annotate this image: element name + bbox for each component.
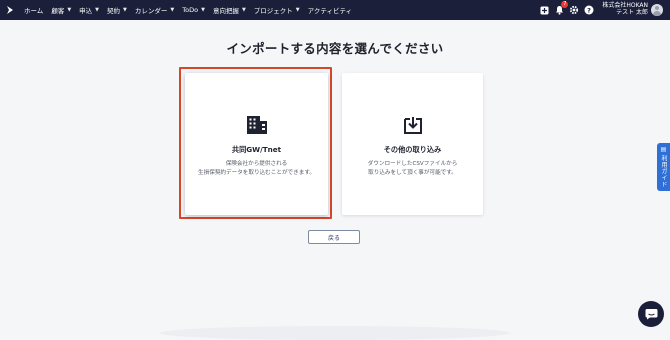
nav-item-label: アクティビティ (307, 7, 353, 15)
top-navbar: ホーム 顧客 ▼ 申込 ▼ 契約 ▼ カレンダー ▼ ToDo ▼ 意向把握 ▼ プロジェク… (0, 0, 670, 20)
gear-icon[interactable] (568, 4, 580, 16)
chat-icon (645, 309, 657, 320)
import-option-other[interactable]: その他の取り込み ダウンロードしたCSVファイルから 取り込みをして頂く事が可能… (342, 73, 483, 215)
building-icon (246, 116, 267, 134)
nav-item-intention[interactable]: 意向把握 ▼ (209, 0, 250, 20)
nav-item-label: 意向把握 (212, 7, 239, 15)
chevron-down-icon: ▼ (201, 7, 205, 13)
chevron-down-icon: ▼ (67, 7, 72, 13)
notification-bell-icon[interactable]: 7 (553, 1, 569, 16)
chevron-down-icon: ▼ (170, 7, 175, 13)
logo-icon[interactable] (0, 0, 20, 20)
help-icon[interactable]: ? (583, 4, 595, 16)
user-name: テスト 太郎 (616, 9, 648, 16)
guide-tab-label: 利用ガイド (660, 155, 667, 188)
nav-item-calendar[interactable]: カレンダー ▼ (131, 0, 178, 20)
nav-item-label: ホーム (24, 7, 44, 15)
chevron-down-icon: ▼ (95, 7, 100, 13)
nav-item-label: カレンダー (134, 7, 168, 15)
chat-button[interactable] (638, 301, 664, 327)
nav-item-customers[interactable]: 顧客 ▼ (47, 0, 75, 20)
download-icon (403, 117, 422, 134)
main-nav: ホーム 顧客 ▼ 申込 ▼ 契約 ▼ カレンダー ▼ ToDo ▼ 意向把握 ▼ プロジェク… (20, 0, 356, 20)
chevron-down-icon: ▼ (241, 7, 246, 13)
nav-item-label: 顧客 (51, 7, 65, 15)
card-description: 保険会社から提供される 生損保契約データを取り込むことができます。 (198, 161, 315, 176)
nav-item-todo[interactable]: ToDo ▼ (178, 0, 209, 20)
nav-item-activity[interactable]: アクティビティ (304, 0, 356, 20)
bottom-decoration (160, 326, 510, 340)
header-actions: 7 ? 株式会社HOKAN テスト 太郎 (538, 0, 670, 20)
nav-item-label: 申込 (79, 7, 93, 15)
nav-item-contracts[interactable]: 契約 ▼ (103, 0, 131, 20)
nav-item-label: ToDo (182, 6, 199, 14)
svg-text:?: ? (587, 6, 591, 14)
nav-item-applications[interactable]: 申込 ▼ (75, 0, 103, 20)
book-icon: ▤ (660, 146, 667, 154)
card-title: その他の取り込み (383, 145, 442, 154)
import-option-gw-tnet[interactable]: 共同GW/Tnet 保険会社から提供される 生損保契約データを取り込むことができ… (185, 73, 328, 215)
card-description: ダウンロードしたCSVファイルから 取り込みをして頂く事が可能です。 (367, 161, 458, 176)
add-icon[interactable] (538, 4, 550, 16)
nav-item-home[interactable]: ホーム (20, 0, 47, 20)
back-button[interactable]: 戻る (308, 230, 360, 244)
nav-item-label: プロジェクト (253, 7, 293, 15)
nav-item-label: 契約 (107, 7, 121, 15)
page-title: インポートする内容を選んでください (226, 41, 444, 56)
chevron-down-icon: ▼ (295, 7, 300, 13)
chevron-down-icon: ▼ (123, 7, 127, 13)
notification-badge: 7 (561, 1, 569, 8)
nav-item-projects[interactable]: プロジェクト ▼ (250, 0, 304, 20)
usage-guide-tab[interactable]: ▤ 利用ガイド (657, 143, 670, 191)
card-title: 共同GW/Tnet (231, 145, 282, 154)
avatar[interactable] (651, 4, 663, 16)
user-info[interactable]: 株式会社HOKAN テスト 太郎 (602, 3, 648, 16)
